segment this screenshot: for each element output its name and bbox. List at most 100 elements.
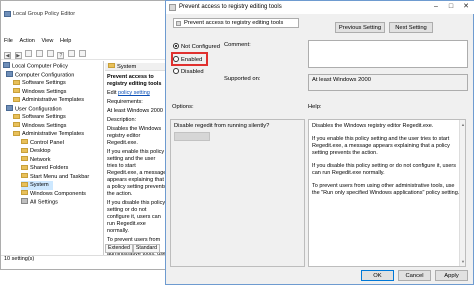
show-hide-tree-icon[interactable] bbox=[36, 50, 44, 57]
view-tabs: Extended Standard bbox=[105, 244, 168, 253]
gpe-toolbar: ◀ ▶ ? bbox=[1, 49, 169, 60]
tree-item-user-configuration[interactable]: User Configuration bbox=[6, 104, 62, 114]
folder-icon bbox=[21, 139, 28, 144]
menu-action[interactable]: Action bbox=[20, 38, 35, 44]
tree-item-shared-folders[interactable]: Shared Folders bbox=[21, 164, 68, 173]
folder-icon bbox=[13, 130, 20, 136]
cancel-button[interactable]: Cancel bbox=[398, 270, 431, 281]
tree-item-control-panel[interactable]: Control Panel bbox=[21, 139, 64, 148]
detail-description-1: Disables the Windows registry editor Reg… bbox=[107, 126, 162, 146]
dialog-title: Prevent access to registry editing tools bbox=[179, 4, 282, 10]
tree-item-system[interactable]: System bbox=[21, 181, 53, 190]
folder-icon bbox=[21, 190, 28, 195]
gpe-titlebar: Local Group Policy Editor bbox=[1, 1, 169, 35]
folder-icon bbox=[13, 79, 20, 85]
next-setting-button[interactable]: Next Setting bbox=[389, 22, 433, 33]
close-icon[interactable]: ✕ bbox=[459, 2, 473, 12]
tree-item-user-administrative-templates[interactable]: Administrative Templates bbox=[13, 130, 84, 139]
scroll-up-icon[interactable]: ▲ bbox=[461, 122, 465, 127]
radio-disabled[interactable]: Disabled bbox=[173, 68, 204, 75]
policy-icon bbox=[176, 21, 181, 26]
detail-description-3: If you disable this policy setting or do… bbox=[107, 200, 166, 234]
folder-icon bbox=[21, 181, 28, 187]
detail-edit-line: Edit policy setting bbox=[107, 90, 150, 96]
computer-icon bbox=[6, 70, 13, 77]
tree-item-computer-configuration[interactable]: Computer Configuration bbox=[6, 70, 74, 80]
tree-item-windows-settings[interactable]: Windows Settings bbox=[13, 88, 66, 97]
minimize-icon[interactable]: – bbox=[429, 2, 443, 12]
folder-icon bbox=[13, 88, 20, 93]
policy-name: Prevent access to registry editing tools bbox=[184, 20, 284, 26]
options-label: Options: bbox=[172, 104, 194, 110]
help-paragraph-4: To prevent users from using other admini… bbox=[312, 183, 460, 196]
detail-description-label: Description: bbox=[107, 117, 137, 123]
help-icon[interactable]: ? bbox=[57, 52, 65, 59]
tree-item-start-menu-taskbar[interactable]: Start Menu and Taskbar bbox=[21, 173, 89, 182]
help-label: Help: bbox=[308, 104, 322, 110]
folder-icon bbox=[13, 122, 20, 127]
help-text: Disables the Windows registry editor Reg… bbox=[312, 123, 460, 203]
tab-extended[interactable]: Extended bbox=[105, 244, 133, 253]
filter-icon[interactable] bbox=[78, 50, 86, 57]
dialog-button-row: OK Cancel Apply bbox=[166, 269, 473, 284]
radio-not-configured[interactable]: Not Configured bbox=[173, 43, 220, 50]
properties-icon[interactable] bbox=[68, 50, 76, 57]
tree-item-user-software-settings[interactable]: Software Settings bbox=[13, 113, 66, 122]
previous-setting-button[interactable]: Previous Setting bbox=[335, 22, 385, 33]
help-panel: Disables the Windows registry editor Reg… bbox=[308, 119, 466, 267]
help-scrollbar[interactable]: ▲ ▼ bbox=[459, 120, 465, 266]
comment-field[interactable] bbox=[308, 40, 468, 68]
maximize-icon[interactable]: □ bbox=[444, 2, 458, 12]
group-policy-editor-window: Local Group Policy Editor File Action Vi… bbox=[0, 0, 169, 270]
policy-icon bbox=[169, 4, 176, 11]
menu-view[interactable]: View bbox=[42, 38, 54, 44]
forward-arrow-icon[interactable]: ▶ bbox=[14, 52, 22, 59]
policy-settings-dialog: Prevent access to registry editing tools… bbox=[165, 0, 474, 285]
back-arrow-icon[interactable]: ◀ bbox=[4, 52, 11, 59]
user-icon bbox=[6, 104, 13, 111]
scroll-down-icon[interactable]: ▼ bbox=[461, 259, 465, 264]
detail-description-2: If you enable this policy setting and th… bbox=[107, 149, 167, 197]
policy-icon bbox=[3, 62, 10, 68]
options-panel: Disable regedit from running silently? bbox=[170, 119, 305, 267]
help-paragraph-3: If you disable this policy setting or do… bbox=[312, 163, 456, 176]
tree-item-all-settings[interactable]: All Settings bbox=[21, 198, 58, 207]
supported-on-field: At least Windows 2000 bbox=[308, 74, 468, 91]
folder-icon bbox=[21, 147, 28, 153]
tree-item-windows-components[interactable]: Windows Components bbox=[21, 190, 86, 199]
menu-file[interactable]: File bbox=[4, 38, 13, 44]
policy-name-box: Prevent access to registry editing tools bbox=[173, 18, 299, 28]
dialog-header: Prevent access to registry editing tools… bbox=[167, 14, 473, 38]
gpe-title: Local Group Policy Editor bbox=[13, 11, 76, 17]
radio-dot bbox=[173, 43, 179, 49]
menu-help[interactable]: Help bbox=[60, 38, 71, 44]
tab-standard[interactable]: Standard bbox=[132, 244, 160, 253]
ok-button[interactable]: OK bbox=[361, 270, 394, 281]
edit-policy-link[interactable]: policy setting bbox=[118, 90, 150, 96]
detail-body: Prevent access to registry editing tools… bbox=[107, 74, 167, 255]
detail-requirements-label: Requirements: bbox=[107, 99, 143, 105]
tree-item-software-settings[interactable]: Software Settings bbox=[13, 79, 66, 88]
export-list-icon[interactable] bbox=[46, 50, 54, 57]
gpe-menubar: File Action View Help bbox=[1, 38, 169, 47]
disable-silent-select[interactable] bbox=[174, 132, 210, 141]
tree-item-local-computer-policy[interactable]: Local Computer Policy bbox=[3, 62, 68, 71]
dialog-titlebar: Prevent access to registry editing tools… bbox=[166, 1, 474, 14]
folder-icon bbox=[108, 63, 115, 68]
tree-item-user-windows-settings[interactable]: Windows Settings bbox=[13, 122, 66, 131]
help-paragraph-2: If you enable this policy setting and th… bbox=[312, 136, 450, 156]
detail-requirements: At least Windows 2000 bbox=[107, 108, 163, 114]
apply-button[interactable]: Apply bbox=[435, 270, 468, 281]
folder-icon bbox=[21, 173, 28, 178]
supported-on-label: Supported on: bbox=[224, 76, 261, 82]
radio-dot bbox=[173, 68, 179, 74]
gpe-app-icon bbox=[4, 11, 11, 17]
enabled-highlight-box bbox=[171, 52, 208, 66]
tree-item-network[interactable]: Network bbox=[21, 156, 51, 165]
tree-item-desktop[interactable]: Desktop bbox=[21, 147, 51, 156]
settings-icon bbox=[21, 198, 28, 204]
tree-item-administrative-templates[interactable]: Administrative Templates bbox=[13, 96, 84, 105]
up-folder-icon[interactable] bbox=[25, 50, 33, 57]
extended-detail-pane: System Prevent access to registry editin… bbox=[105, 61, 168, 255]
disable-regedit-silent-label: Disable regedit from running silently? bbox=[174, 123, 270, 129]
